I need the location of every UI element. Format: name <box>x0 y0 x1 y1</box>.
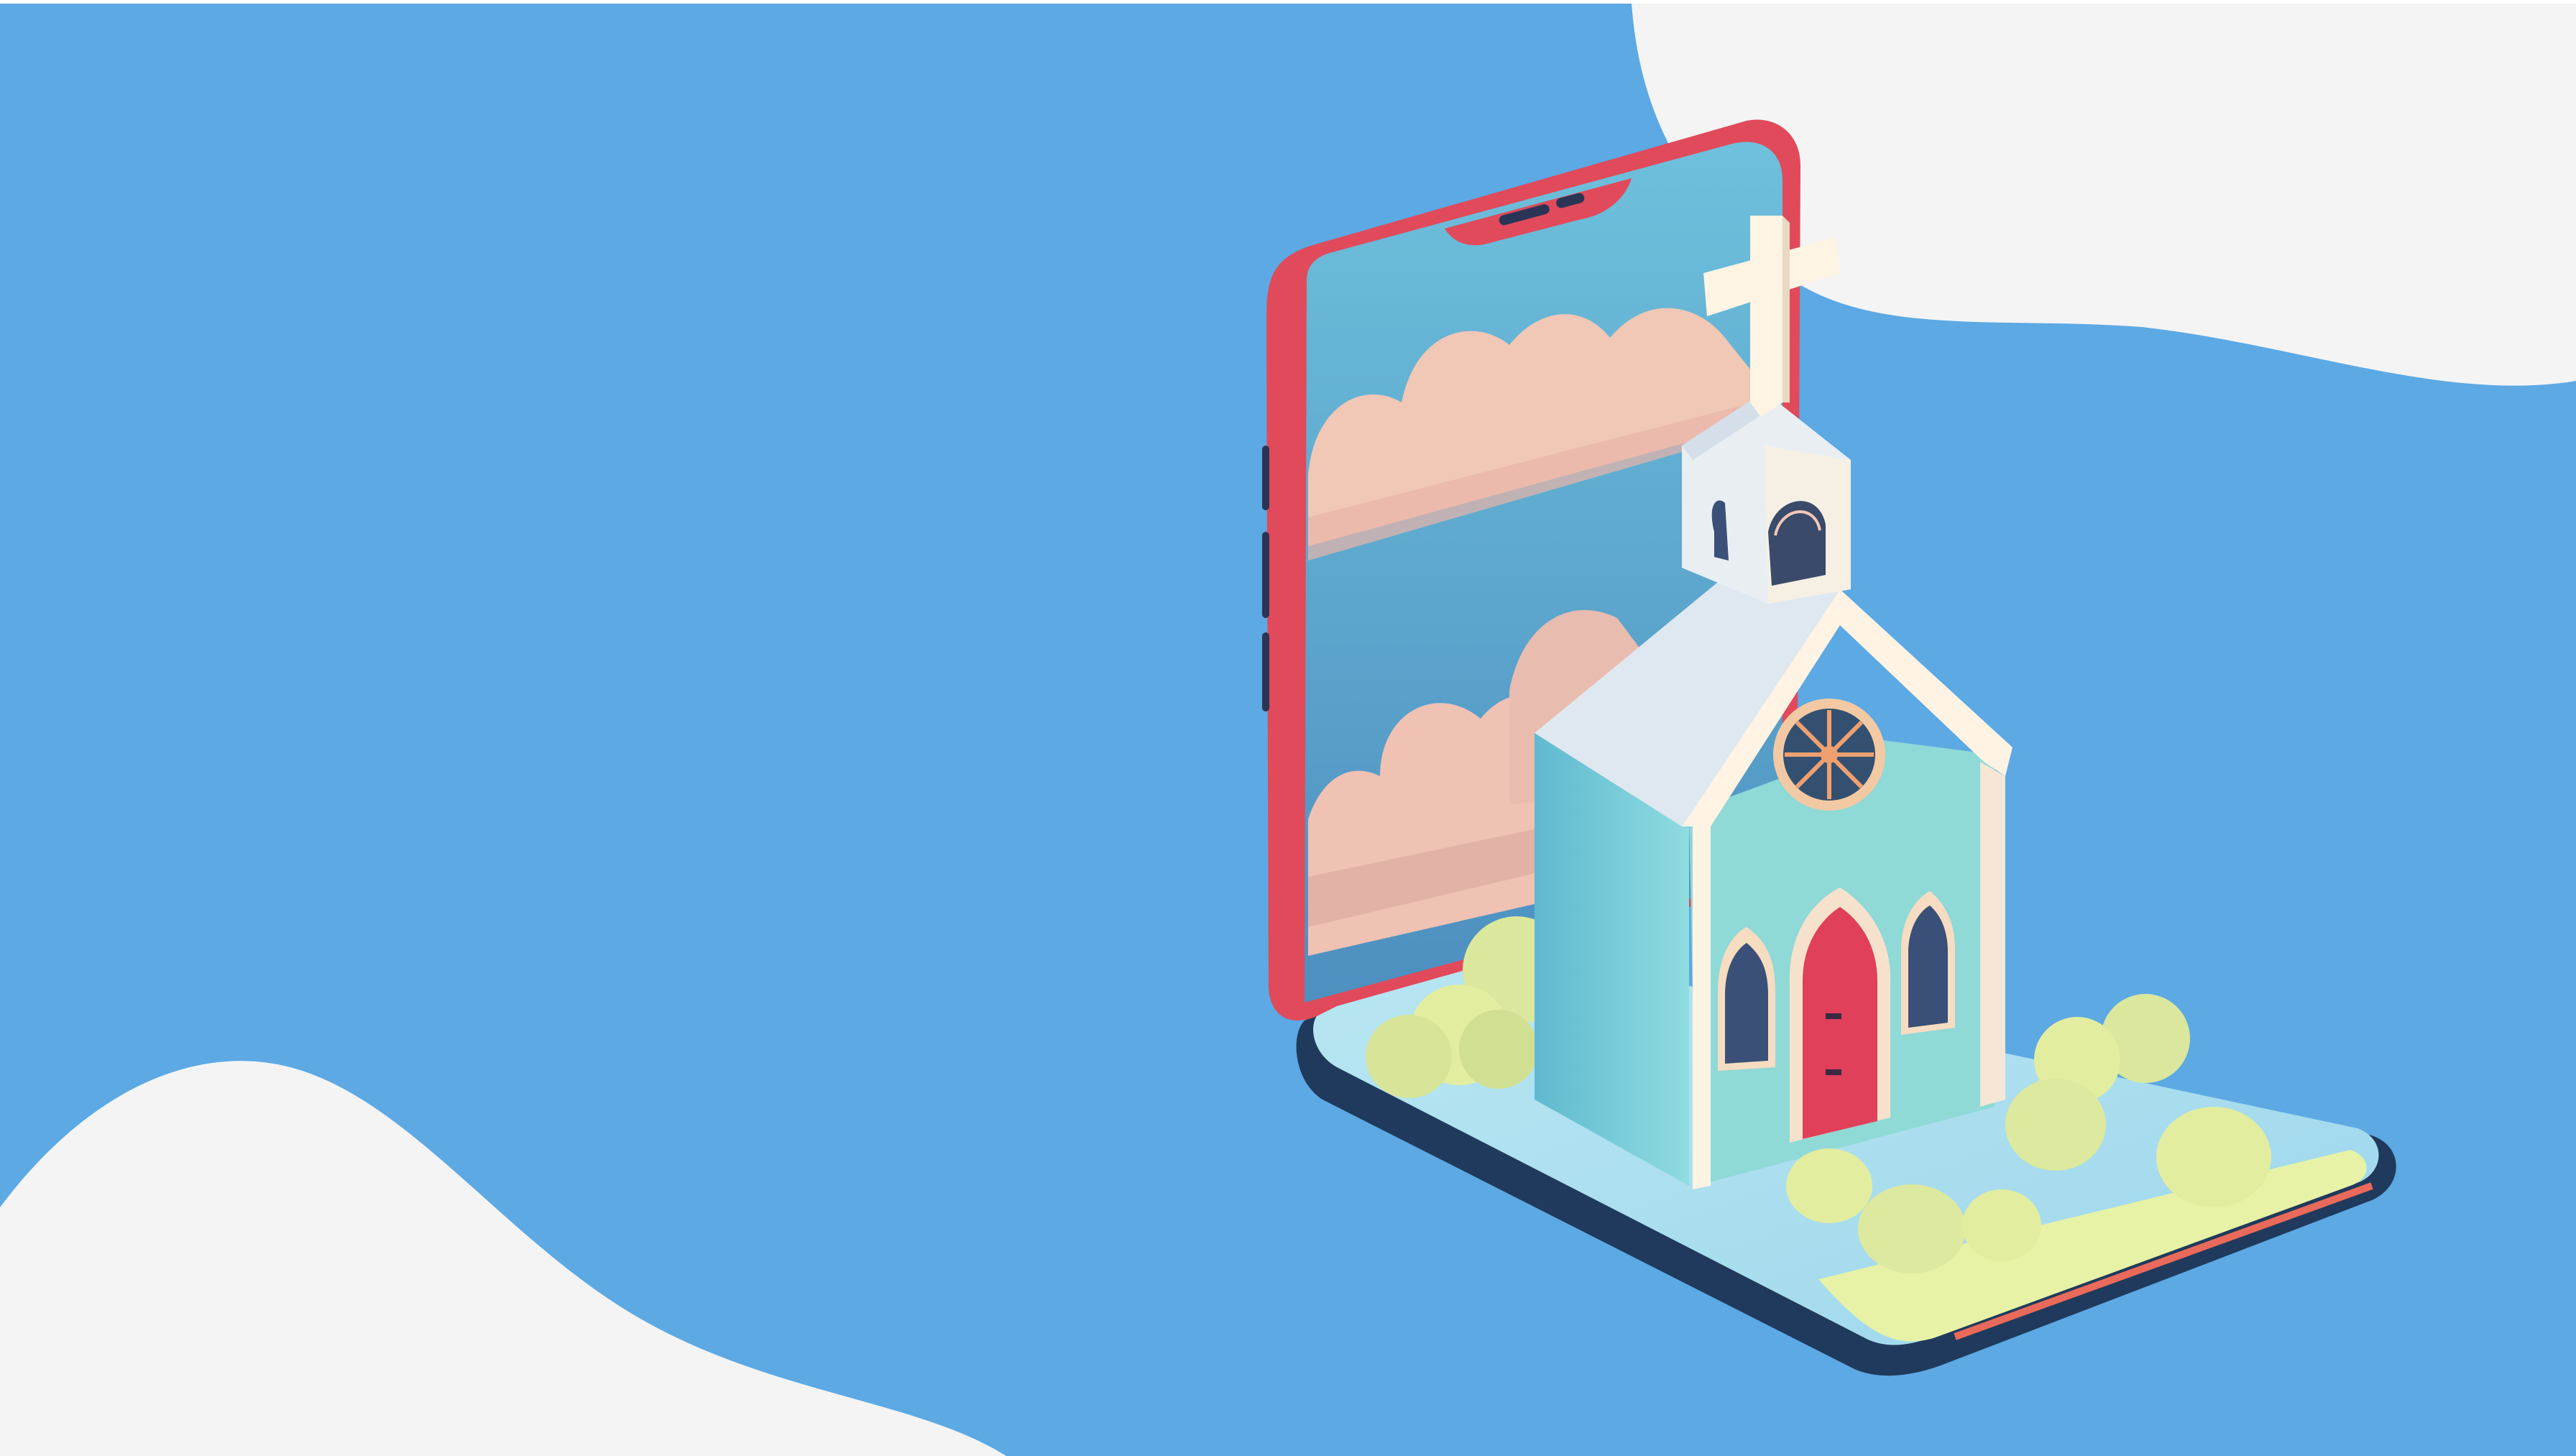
blob-bottom-left <box>0 1061 1006 1456</box>
rose-window-icon <box>1773 699 1885 811</box>
door-icon <box>1790 888 1890 1143</box>
top-border <box>0 0 2576 4</box>
illustration-canvas <box>0 0 2576 1456</box>
hero-illustration <box>0 0 2576 1456</box>
